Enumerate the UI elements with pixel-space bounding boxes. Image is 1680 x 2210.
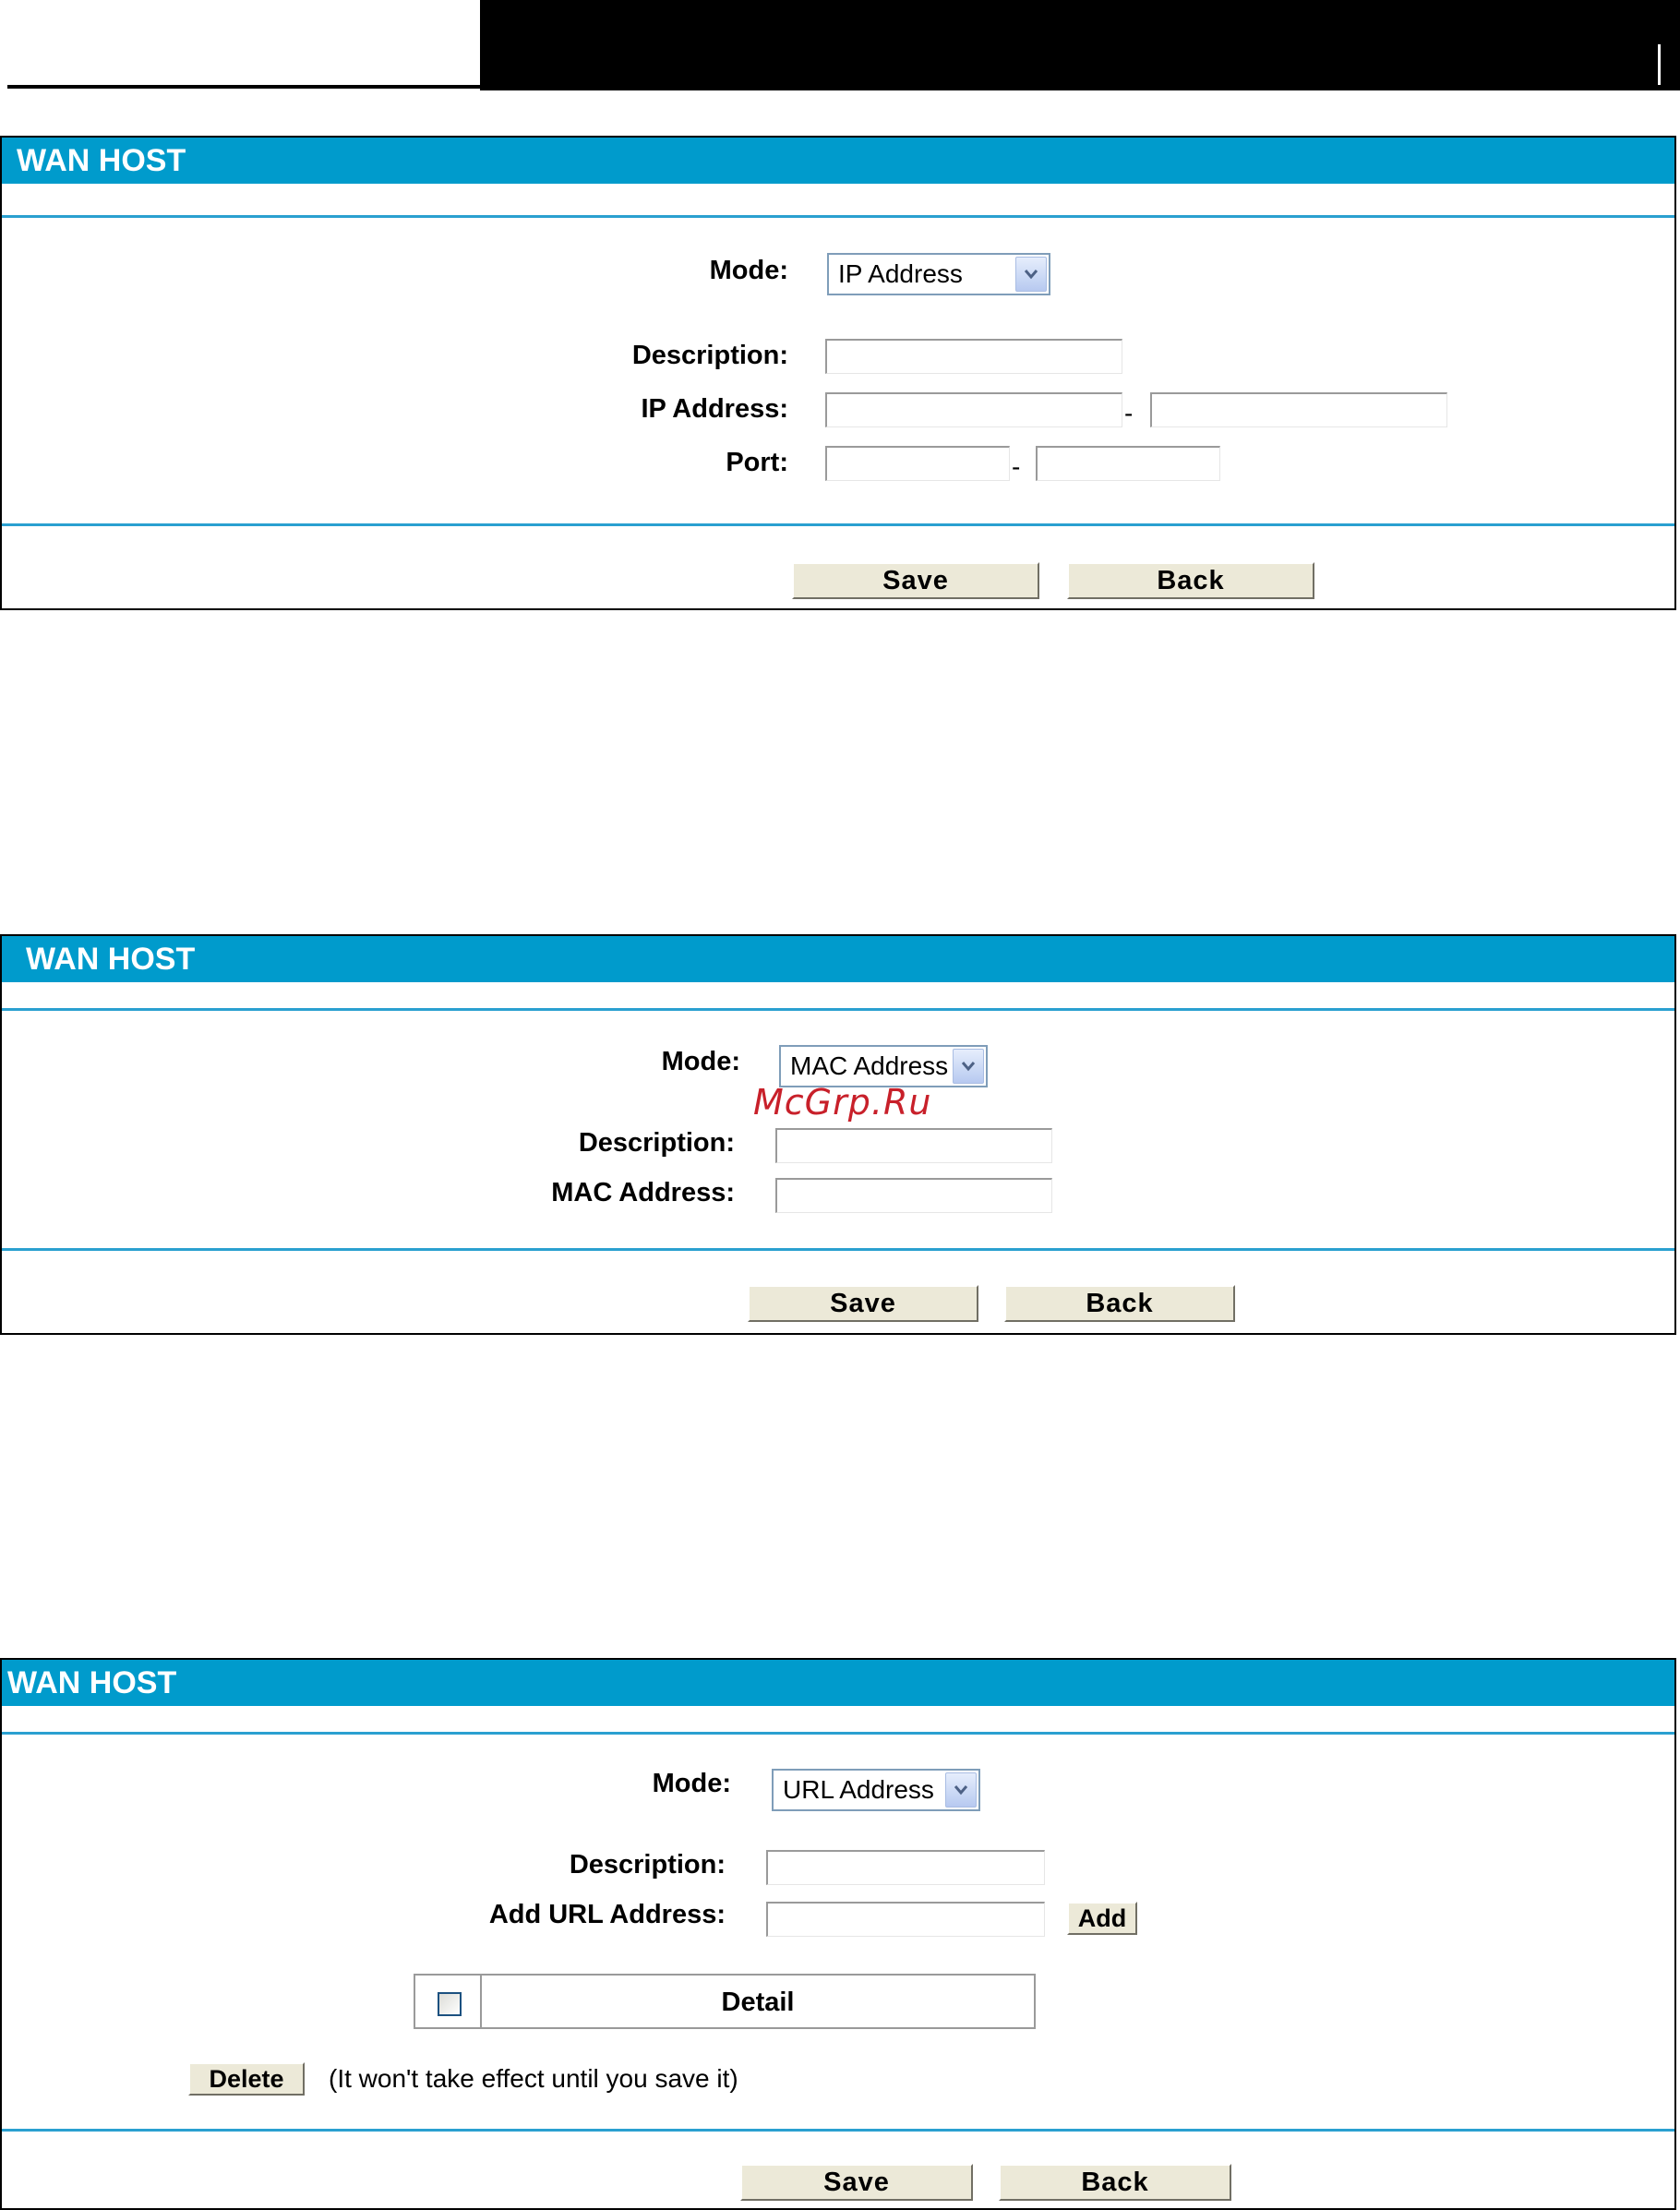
back-button[interactable]: Back xyxy=(1067,562,1314,599)
panel-title: WAN HOST xyxy=(2,936,1674,982)
description-label: Description: xyxy=(569,1850,726,1880)
select-all-checkbox[interactable] xyxy=(438,1992,462,2016)
mode-select[interactable]: URL Address xyxy=(772,1769,980,1811)
wan-host-panel-ip: WAN HOST Mode: IP Address Description: I… xyxy=(0,136,1676,610)
mac-address-label: MAC Address: xyxy=(551,1178,735,1207)
panel-rule-bottom xyxy=(2,1248,1674,1251)
description-label: Description: xyxy=(631,341,788,370)
description-input[interactable] xyxy=(766,1850,1045,1885)
panel-rule-top xyxy=(2,1732,1674,1735)
port-end-input[interactable] xyxy=(1036,446,1220,481)
mode-label: Mode: xyxy=(661,1047,740,1076)
delete-button[interactable]: Delete xyxy=(188,2062,305,2096)
panel-rule-bottom xyxy=(2,523,1674,526)
mode-select-value: MAC Address xyxy=(790,1051,949,1080)
mode-select[interactable]: IP Address xyxy=(827,253,1050,295)
chevron-down-icon[interactable] xyxy=(953,1049,984,1084)
ip-address-label: IP Address: xyxy=(641,394,788,424)
chevron-down-icon[interactable] xyxy=(1015,257,1047,292)
panel-title: WAN HOST xyxy=(2,138,1674,184)
detail-column-header: Detail xyxy=(721,1988,795,2017)
header-corner-mark xyxy=(1658,44,1661,85)
watermark-text: McGrp.Ru xyxy=(753,1082,932,1123)
description-input[interactable] xyxy=(825,339,1122,374)
add-url-address-label: Add URL Address: xyxy=(488,1900,726,1929)
panel-rule-top xyxy=(2,215,1674,218)
ip-start-input[interactable] xyxy=(825,392,1122,427)
url-detail-table: Detail xyxy=(414,1974,1036,2029)
back-button[interactable]: Back xyxy=(1004,1285,1235,1322)
panel-title: WAN HOST xyxy=(2,1660,1674,1706)
port-range-separator: - xyxy=(1012,452,1021,481)
port-label: Port: xyxy=(726,448,788,477)
description-input[interactable] xyxy=(775,1128,1052,1163)
mac-address-input[interactable] xyxy=(775,1178,1052,1213)
select-all-cell xyxy=(415,1976,482,2027)
mode-label: Mode: xyxy=(652,1769,731,1798)
delete-note: (It won't take effect until you save it) xyxy=(329,2064,738,2093)
wan-host-panel-url: WAN HOST Mode: URL Address Description: … xyxy=(0,1658,1676,2210)
add-button[interactable]: Add xyxy=(1067,1902,1137,1935)
header-black-bar xyxy=(480,0,1680,90)
header-rule xyxy=(7,85,480,89)
chevron-down-icon[interactable] xyxy=(945,1772,977,1808)
port-start-input[interactable] xyxy=(825,446,1010,481)
mode-label: Mode: xyxy=(709,256,788,285)
url-address-input[interactable] xyxy=(766,1902,1045,1937)
description-label: Description: xyxy=(578,1128,735,1158)
ip-range-separator: - xyxy=(1124,399,1134,427)
panel-rule-bottom xyxy=(2,2129,1674,2132)
save-button[interactable]: Save xyxy=(740,2164,973,2201)
wan-host-panel-mac: WAN HOST Mode: MAC Address McGrp.Ru Desc… xyxy=(0,934,1676,1335)
save-button[interactable]: Save xyxy=(792,562,1039,599)
save-button[interactable]: Save xyxy=(748,1285,978,1322)
ip-end-input[interactable] xyxy=(1150,392,1447,427)
mode-select-value: IP Address xyxy=(838,259,963,288)
panel-rule-top xyxy=(2,1008,1674,1011)
mode-select-value: URL Address xyxy=(783,1775,934,1804)
back-button[interactable]: Back xyxy=(999,2164,1231,2201)
